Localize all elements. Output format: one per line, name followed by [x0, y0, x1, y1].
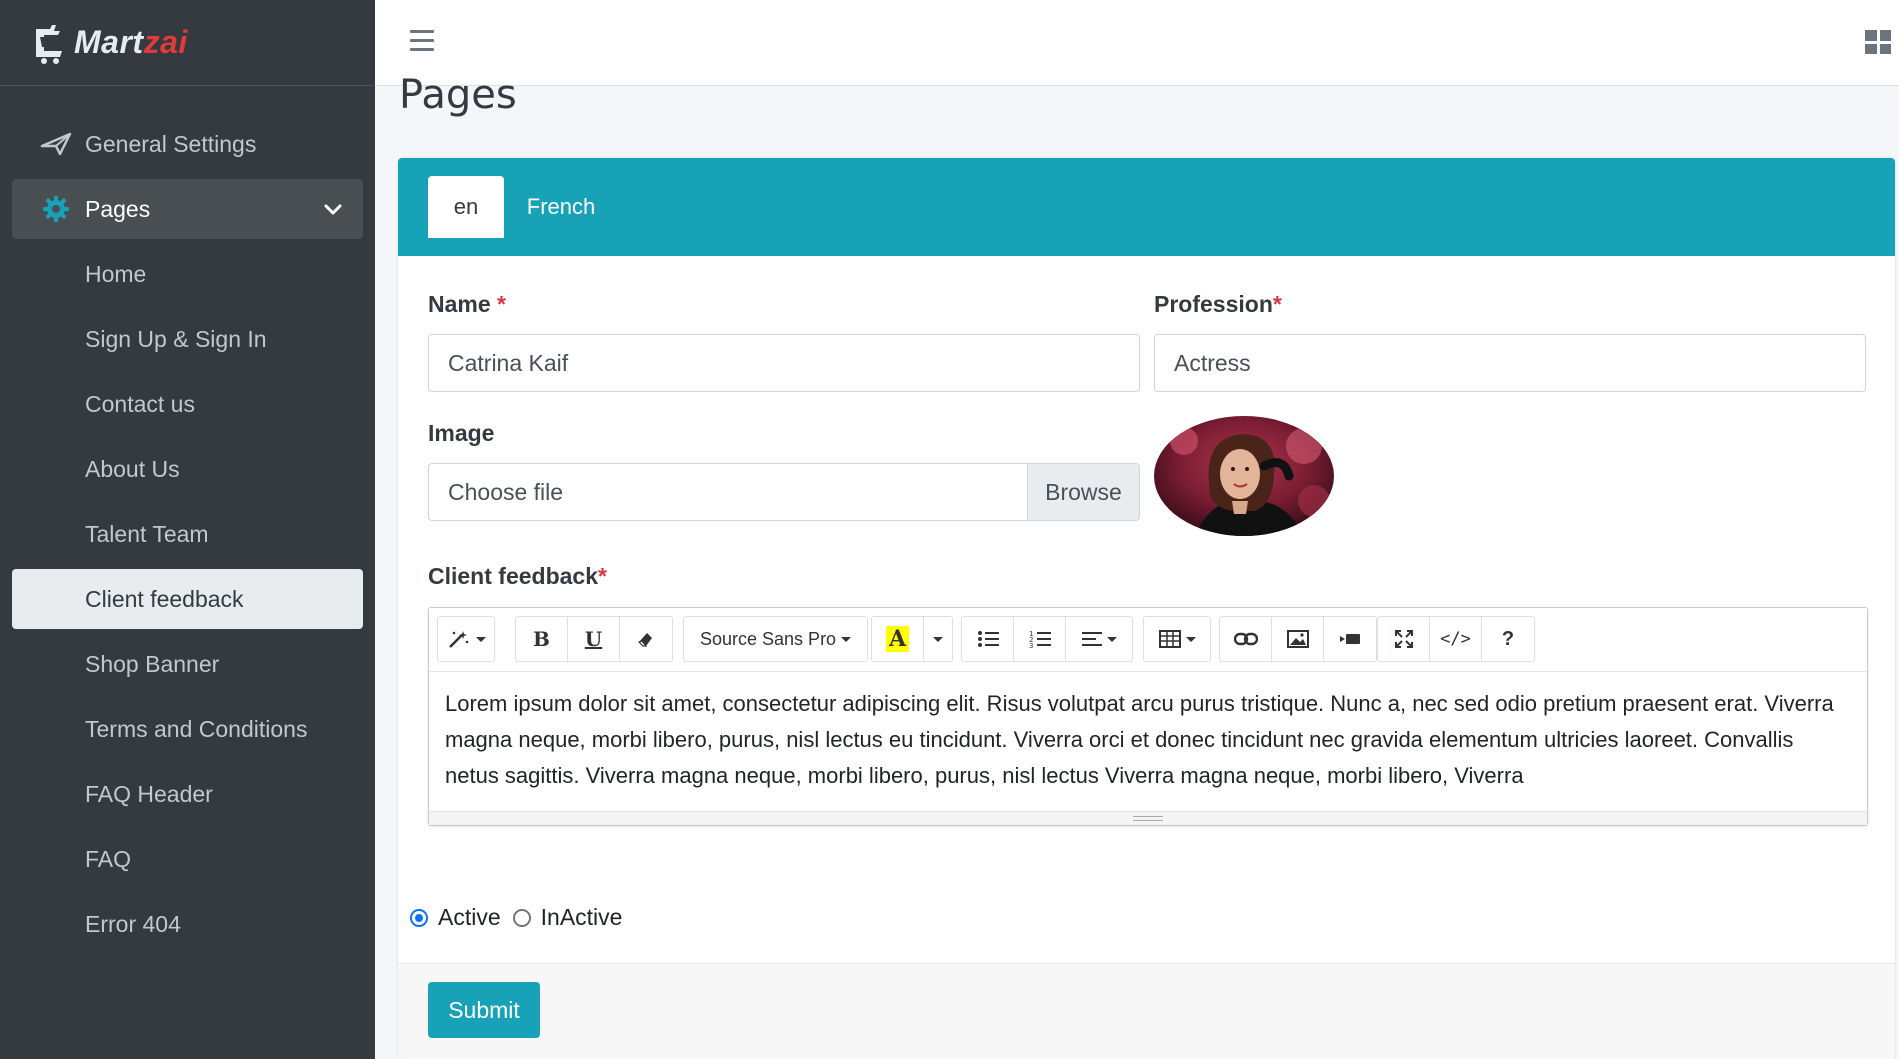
- sidebar-item-label: Terms and Conditions: [85, 715, 308, 742]
- submit-button[interactable]: Submit: [428, 982, 540, 1038]
- style-group: [437, 616, 495, 662]
- underline-button[interactable]: U: [568, 617, 620, 661]
- color-group: A: [871, 616, 953, 662]
- gear-icon: [40, 193, 72, 225]
- eraser-icon[interactable]: [620, 617, 672, 661]
- font-family-dropdown[interactable]: Source Sans Pro: [684, 617, 867, 661]
- sidebar-item-label: Contact us: [85, 390, 195, 417]
- status-radio-group: Active InActive: [410, 904, 622, 931]
- table-icon[interactable]: [1144, 617, 1210, 661]
- tab-french[interactable]: French: [506, 176, 616, 238]
- hamburger-menu-icon[interactable]: [410, 30, 434, 52]
- bullet-list-icon[interactable]: [962, 617, 1014, 661]
- top-navbar: [375, 0, 1899, 86]
- sidebar-item-label: Talent Team: [85, 520, 209, 547]
- active-radio-label: Active: [438, 904, 501, 930]
- editor-content[interactable]: Lorem ipsum dolor sit amet, consectetur …: [429, 672, 1867, 794]
- client-feedback-label: Client feedback*: [428, 563, 607, 589]
- sidebar-item-label: About Us: [85, 455, 180, 482]
- language-tabs: en French: [398, 158, 1895, 256]
- sidebar-item-label: Sign Up & Sign In: [85, 325, 267, 352]
- sidebar: Martzai General Settings Pages Home Sign…: [0, 0, 375, 1059]
- file-placeholder: Choose file: [448, 478, 564, 505]
- sidebar-item-error-404[interactable]: Error 404: [12, 894, 363, 954]
- image-file-input[interactable]: Choose file Browse: [428, 463, 1140, 521]
- brand-logo-icon: [36, 24, 62, 64]
- image-icon[interactable]: [1272, 617, 1324, 661]
- insert-group: [1219, 616, 1377, 662]
- fullscreen-icon[interactable]: [1378, 617, 1430, 661]
- browse-button[interactable]: Browse: [1027, 464, 1139, 520]
- sidebar-item-about-us[interactable]: About Us: [12, 439, 363, 499]
- image-label: Image: [428, 420, 495, 446]
- client-avatar-image: [1154, 416, 1334, 536]
- page-title: Pages: [399, 72, 517, 118]
- format-group: B U: [515, 616, 673, 662]
- sidebar-item-talent-team[interactable]: Talent Team: [12, 504, 363, 564]
- sidebar-item-faq-header[interactable]: FAQ Header: [12, 764, 363, 824]
- paper-plane-icon: [40, 128, 72, 160]
- brand[interactable]: Martzai: [0, 0, 375, 86]
- numbered-list-icon[interactable]: 123: [1014, 617, 1066, 661]
- svg-text:3: 3: [1029, 642, 1033, 648]
- align-dropdown-icon[interactable]: [1066, 617, 1132, 661]
- list-group: 123: [961, 616, 1133, 662]
- sidebar-item-faq[interactable]: FAQ: [12, 829, 363, 889]
- magic-wand-icon[interactable]: [438, 617, 494, 661]
- link-icon[interactable]: [1220, 617, 1272, 661]
- name-input[interactable]: Catrina Kaif: [428, 334, 1140, 392]
- sidebar-nav: General Settings Pages Home Sign Up & Si…: [0, 86, 375, 954]
- editor-toolbar: B U Source Sans Pro A 123 </> ?: [429, 608, 1867, 672]
- name-label: Name *: [428, 291, 506, 317]
- rich-text-editor[interactable]: B U Source Sans Pro A 123 </> ? Lorem ip…: [428, 607, 1868, 826]
- sidebar-item-contact-us[interactable]: Contact us: [12, 374, 363, 434]
- sidebar-item-home[interactable]: Home: [12, 244, 363, 304]
- sidebar-item-label: Client feedback: [85, 585, 244, 612]
- sidebar-item-pages[interactable]: Pages: [12, 179, 363, 239]
- sidebar-item-label: Pages: [85, 195, 151, 222]
- editor-resize-handle[interactable]: [429, 811, 1867, 825]
- font-family-group: Source Sans Pro: [683, 616, 869, 662]
- page-edit-card: en French Name * Catrina Kaif Profession…: [398, 158, 1895, 1059]
- inactive-radio[interactable]: [512, 908, 531, 927]
- sidebar-item-label: Shop Banner: [85, 650, 220, 677]
- profession-input[interactable]: Actress: [1154, 334, 1866, 392]
- sidebar-item-terms-and-conditions[interactable]: Terms and Conditions: [12, 699, 363, 759]
- font-color-button[interactable]: A: [872, 617, 924, 661]
- brand-name: Martzai: [74, 24, 188, 60]
- sidebar-item-label: FAQ: [85, 845, 132, 872]
- profession-label: Profession*: [1154, 291, 1282, 317]
- table-group: [1143, 616, 1211, 662]
- chevron-down-icon: [324, 204, 342, 215]
- view-group: </> ?: [1377, 616, 1535, 662]
- tab-en[interactable]: en: [428, 176, 504, 238]
- help-button[interactable]: ?: [1482, 617, 1534, 661]
- sidebar-item-label: Home: [85, 260, 147, 287]
- sidebar-item-client-feedback[interactable]: Client feedback: [12, 569, 363, 629]
- active-radio[interactable]: [410, 908, 428, 927]
- sidebar-item-general-settings[interactable]: General Settings: [12, 114, 363, 174]
- sidebar-item-label: General Settings: [85, 130, 257, 157]
- sidebar-item-label: FAQ Header: [85, 780, 213, 807]
- code-view-icon[interactable]: </>: [1430, 617, 1482, 661]
- bold-button[interactable]: B: [516, 617, 568, 661]
- inactive-radio-label: InActive: [540, 904, 623, 930]
- sidebar-item-shop-banner[interactable]: Shop Banner: [12, 634, 363, 694]
- sidebar-item-sign-up-sign-in[interactable]: Sign Up & Sign In: [12, 309, 363, 369]
- card-footer: Submit: [398, 963, 1895, 1059]
- sidebar-item-label: Error 404: [85, 910, 181, 937]
- color-dropdown-button[interactable]: [924, 617, 952, 661]
- grid-icon[interactable]: [1865, 30, 1891, 54]
- video-icon[interactable]: [1324, 617, 1376, 661]
